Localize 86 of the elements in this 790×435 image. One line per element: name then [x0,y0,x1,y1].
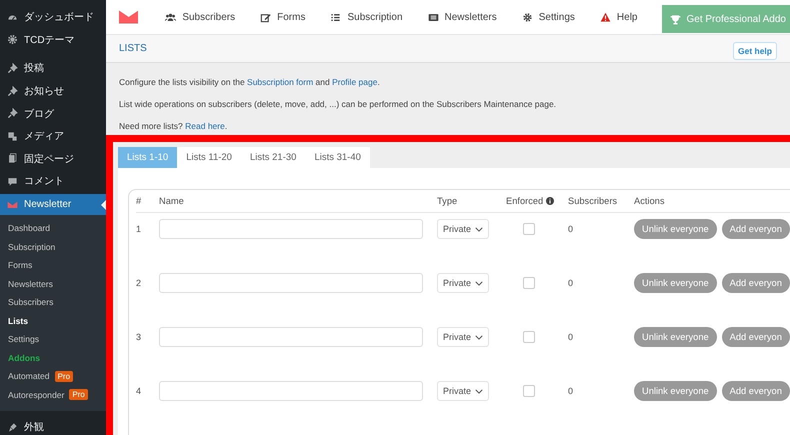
newspaper-icon [428,12,439,22]
column-header: Type [437,196,458,206]
name-input[interactable] [159,327,423,347]
submenu-item[interactable]: Newsletters [0,274,106,293]
subscriber-count: 0 [568,277,574,290]
media-icon [7,130,18,142]
intro-text: Need more lists? Read here. [119,121,228,133]
brush-icon [7,422,18,433]
sidebar-item[interactable]: 外観 [0,416,106,435]
settings-icon [522,12,533,22]
nav-link[interactable]: Subscription [330,12,403,22]
sidebar-item[interactable]: 固定ページ [0,148,106,170]
chevron-icon [475,388,484,394]
submenu-item[interactable]: Lists [0,311,106,330]
submenu-item[interactable]: Subscription [0,237,106,256]
type-select[interactable]: Private [437,327,490,347]
info-icon [546,197,554,205]
row-number: 1 [136,223,142,236]
column-header: Enforced [506,196,568,206]
pin-icon [7,86,18,97]
text-link[interactable]: Read here [185,121,225,131]
tab[interactable]: Lists 31-40 [305,147,370,168]
gear-icon [7,34,18,46]
enforced-checkbox[interactable] [523,331,535,343]
type-select[interactable]: Private [437,219,490,239]
text-link[interactable]: Profile page [332,77,378,87]
sidebar-item[interactable]: ブログ [0,102,106,125]
nav-link[interactable]: Newsletters [428,12,497,22]
submenu-item[interactable]: Addons [0,348,106,367]
nav-link[interactable]: Help [600,12,638,22]
trophy-icon [670,14,682,24]
submenu-item[interactable]: Dashboard [0,218,106,238]
list-icon [330,12,342,22]
tab[interactable]: Lists 21-30 [240,147,306,168]
column-header: Subscribers [568,196,618,206]
subscriber-count: 0 [568,385,574,398]
users-icon [165,12,176,22]
pin-icon [7,62,18,74]
tab[interactable]: Lists 11-20 [177,147,241,168]
sidebar-item[interactable]: Newsletter [0,194,106,215]
nav-link[interactable]: Settings [522,12,575,22]
type-select[interactable]: Private [437,381,490,401]
name-input[interactable] [159,273,423,293]
page-title: LISTS [119,43,147,54]
get-help-button[interactable]: Get help [732,42,777,60]
pro-badge: Pro [69,389,88,400]
name-input[interactable] [159,219,423,239]
submenu-item[interactable]: Forms [0,256,106,274]
chevron-icon [475,280,484,286]
sidebar-item[interactable]: メディア [0,124,106,148]
envelope-logo-icon [119,9,138,25]
sidebar-item[interactable]: TCDテーマ [0,28,106,52]
subscriber-count: 0 [568,223,574,236]
text-link[interactable]: Subscription form [247,77,314,87]
submenu-item[interactable]: Subscribers [0,292,106,312]
name-input[interactable] [159,381,423,401]
warning-icon [600,12,611,22]
sidebar-item[interactable]: 投稿 [0,57,106,80]
submenu-item[interactable]: Automated Pro [0,366,106,386]
row-number: 2 [136,277,142,290]
pages-icon [7,153,18,164]
nav-link[interactable]: Subscribers [165,12,236,22]
intro-text: Configure the lists visibility on the Subscription form and Profile page. [119,77,381,89]
chevron-icon [475,334,484,340]
type-select[interactable]: Private [437,273,490,293]
enforced-checkbox[interactable] [523,277,535,289]
subscriber-count: 0 [568,331,574,344]
intro-text: List wide operations on subscribers (delete, move, add, ...) can be performed on the Subscribers Maintenance page. [119,99,558,111]
submenu-item[interactable]: Settings [0,330,106,348]
comment-icon [7,176,18,187]
submenu-item[interactable]: Autoresponder Pro [0,385,106,404]
column-header: Name [159,196,185,206]
pro-badge: Pro [54,370,74,382]
enforced-checkbox[interactable] [523,223,535,235]
sidebar-item[interactable]: コメント [0,170,106,193]
sidebar-item[interactable]: ダッシュボード [0,6,106,29]
column-header: # [136,196,142,206]
chevron-icon [475,226,484,232]
column-header: Actions [634,196,666,206]
pin-icon [7,108,18,120]
nav-link[interactable]: Forms [260,12,306,22]
row-number: 3 [136,331,142,344]
row-number: 4 [136,385,142,398]
enforced-checkbox[interactable] [523,385,535,397]
sidebar-item[interactable]: お知らせ [0,80,106,102]
edit-icon [260,12,272,22]
